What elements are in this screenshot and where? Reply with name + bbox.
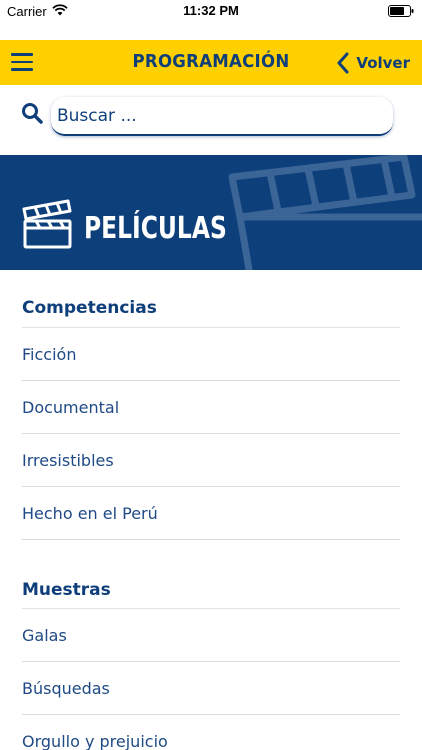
search-input[interactable] [51,97,393,136]
banner-title: PELÍCULAS [84,211,227,246]
menu-button[interactable] [11,53,33,71]
back-button[interactable]: Volver [336,51,410,75]
section-header-competencias: Competencias [22,270,400,328]
clapperboard-watermark-icon [228,155,422,270]
battery-icon [388,5,414,17]
list-item-orgullo-y-prejuicio[interactable]: Orgullo y prejuicio [22,715,400,750]
list-item-galas[interactable]: Galas [22,609,400,662]
search-bar [0,85,422,155]
list-item-busquedas[interactable]: Búsquedas [22,662,400,715]
list-item-ficcion[interactable]: Ficción [22,328,400,381]
back-label: Volver [356,54,410,72]
list-item-hecho-en-el-peru[interactable]: Hecho en el Perú [22,487,400,540]
list-item-irresistibles[interactable]: Irresistibles [22,434,400,487]
clapperboard-icon [22,199,72,249]
category-banner: PELÍCULAS [0,155,422,270]
category-list: Competencias Ficción Documental Irresist… [22,270,400,750]
list-item-documental[interactable]: Documental [22,381,400,434]
hamburger-menu-icon [11,53,33,56]
search-icon [22,103,43,124]
section-header-muestras: Muestras [22,540,400,609]
clock: 11:32 PM [183,3,239,18]
app-header: PROGRAMACIÓN Volver [0,40,422,85]
status-bar: Carrier 11:32 PM [0,0,422,40]
chevron-left-icon [337,52,349,74]
